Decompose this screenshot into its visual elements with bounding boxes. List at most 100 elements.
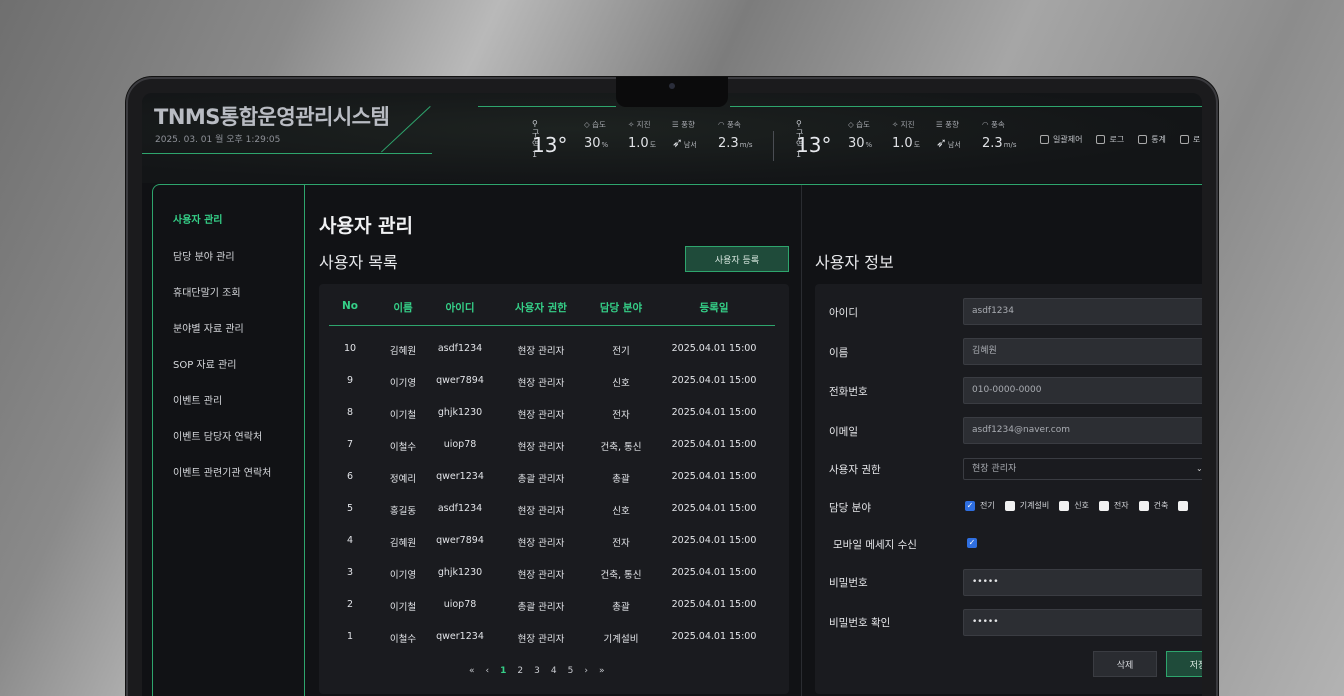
cell-date: 2025.04.01 15:00 [671,503,757,514]
menu-log[interactable]: 로그 [1096,134,1124,145]
check-icon: ✓ [965,500,975,511]
weather-humidity: ◇ 습도 30% [584,120,609,151]
cell-id: uiop78 [443,599,477,610]
page-title: 사용자 관리 [319,215,414,237]
col-name[interactable]: 이름 [393,300,412,315]
sidebar-item-sop[interactable]: SOP 자료 관리 [173,356,236,371]
weather-wind-dir: ☰ 풍향 ➶남서 [672,120,697,151]
cell-date: 2025.04.01 15:00 [671,631,757,642]
cell-id: asdf1234 [437,343,483,354]
sidebar-item-fields[interactable]: 담당 분야 관리 [173,248,235,263]
cell-name: 홍길동 [389,506,417,517]
sms-checkbox[interactable]: ✓ [967,538,977,548]
chart-icon [1138,135,1148,144]
header-menu: 일괄제어 로그 통계 로 [1040,134,1200,145]
field-label: 담당 분야 [829,502,871,514]
cell-name: 이기영 [389,570,417,581]
cell-id: qwer1234 [436,471,484,482]
sidebar-item-field-data[interactable]: 분야별 자료 관리 [173,320,244,335]
col-field[interactable]: 담당 분야 [600,300,642,315]
cell-name: 정예리 [389,474,417,485]
cell-id: qwer7894 [436,375,484,386]
password-confirm-field[interactable]: ••••• [963,609,1202,636]
prev-page-button[interactable]: ‹ [486,666,490,676]
cell-role: 현장 관리자 [517,538,565,549]
sidebar-item-users[interactable]: 사용자 관리 [173,211,222,226]
page-3[interactable]: 3 [534,666,540,676]
cell-name: 김혜원 [389,346,417,357]
cell-date: 2025.04.01 15:00 [671,439,757,450]
camera-notch [616,77,728,107]
col-id[interactable]: 아이디 [446,300,475,315]
col-date[interactable]: 등록일 [700,300,729,315]
name-field[interactable]: 김혜원 [963,338,1202,365]
menu-logout[interactable]: 로 [1179,134,1200,145]
cell-no: 2 [346,599,354,610]
cell-no: 10 [343,343,357,354]
sidebar-item-devices[interactable]: 휴대단말기 조회 [173,284,241,299]
save-button[interactable]: 저장 [1166,651,1202,677]
info-title: 사용자 정보 [815,253,894,272]
col-role[interactable]: 사용자 권한 [515,300,567,315]
sidebar-item-agency-contacts[interactable]: 이벤트 관련기관 연락처 [173,464,271,479]
checkbox-signal[interactable]: 신호 [1059,500,1089,511]
cell-no: 7 [346,439,354,450]
next-page-button[interactable]: › [584,666,588,676]
email-label: 이메일 [829,426,858,438]
cell-date: 2025.04.01 15:00 [671,343,757,354]
checkbox-mechanical[interactable]: 기계설비 [1004,500,1049,511]
cell-id: ghjk1230 [437,567,483,578]
checkbox-electronics[interactable]: 전자 [1098,500,1129,511]
menu-batch-control[interactable]: 일괄제어 [1040,134,1082,145]
password-label: 비밀번호 [829,577,868,589]
phone-field[interactable]: 010-0000-0000 [963,377,1202,404]
sidebar-item-event-contacts[interactable]: 이벤트 담당자 연락처 [173,428,262,443]
laptop-frame: TNMS통합운영관리시스템 2025. 03. 01 월 오후 1:29:05 … [126,77,1218,696]
cell-date: 2025.04.01 15:00 [671,471,757,482]
cell-no: 8 [346,407,354,418]
cell-name: 이철수 [389,634,417,645]
wind-arrow-icon: ➶ [936,136,947,151]
last-page-button[interactable]: » [599,666,605,676]
password-field[interactable]: ••••• [963,569,1202,596]
field-checkboxes: ✓ 전기 기계설비 신호 전자 건축 [965,500,1189,511]
name-label: 이름 [829,347,849,359]
sidebar-item-events[interactable]: 이벤트 관리 [173,392,222,407]
cell-date: 2025.04.01 15:00 [671,567,757,578]
cell-field: 건축, 통신 [600,442,642,453]
page-1[interactable]: 1 [500,666,506,676]
checkbox-building[interactable]: 건축 [1138,500,1168,511]
role-select[interactable]: 현장 관리자 ⌄ [963,458,1202,480]
page-4[interactable]: 4 [551,666,557,676]
sliders-icon [1040,135,1049,144]
id-label: 아이디 [829,307,858,319]
phone-label: 전화번호 [829,386,868,398]
email-field[interactable]: asdf1234@naver.com [963,417,1202,444]
cell-field: 전기 [612,346,630,357]
menu-stats[interactable]: 통계 [1138,134,1166,145]
checkbox-electric[interactable]: ✓ 전기 [965,500,995,511]
cell-field: 전자 [612,410,630,421]
cell-name: 이기철 [389,410,417,421]
col-no[interactable]: No [342,300,358,312]
cell-role: 현장 관리자 [517,634,565,645]
page-5[interactable]: 5 [568,666,574,676]
role-label: 사용자 권한 [829,464,881,476]
user-info-form: 아이디 asdf1234 이름 김혜원 전화번호 010-0000-0000 이… [815,284,1202,694]
cell-role: 현장 관리자 [517,410,565,421]
first-page-button[interactable]: « [469,666,475,676]
content-frame: 사용자 관리 담당 분야 관리 휴대단말기 조회 분야별 자료 관리 SOP 자… [152,184,1202,696]
sms-label: 모바일 메세지 수신 [833,539,917,551]
cell-role: 현장 관리자 [517,570,565,581]
register-user-button[interactable]: 사용자 등록 [685,246,789,272]
cell-name: 김혜원 [389,538,417,549]
page-2[interactable]: 2 [517,666,523,676]
cell-no: 3 [346,567,354,578]
cell-field: 총괄 [612,602,630,613]
delete-button[interactable]: 삭제 [1093,651,1157,677]
id-field[interactable]: asdf1234 [963,298,1202,325]
checkbox-more[interactable] [1178,500,1189,511]
system-title: TNMS통합운영관리시스템 [154,105,390,129]
cell-field: 총괄 [612,474,630,485]
camera-icon [669,83,675,89]
